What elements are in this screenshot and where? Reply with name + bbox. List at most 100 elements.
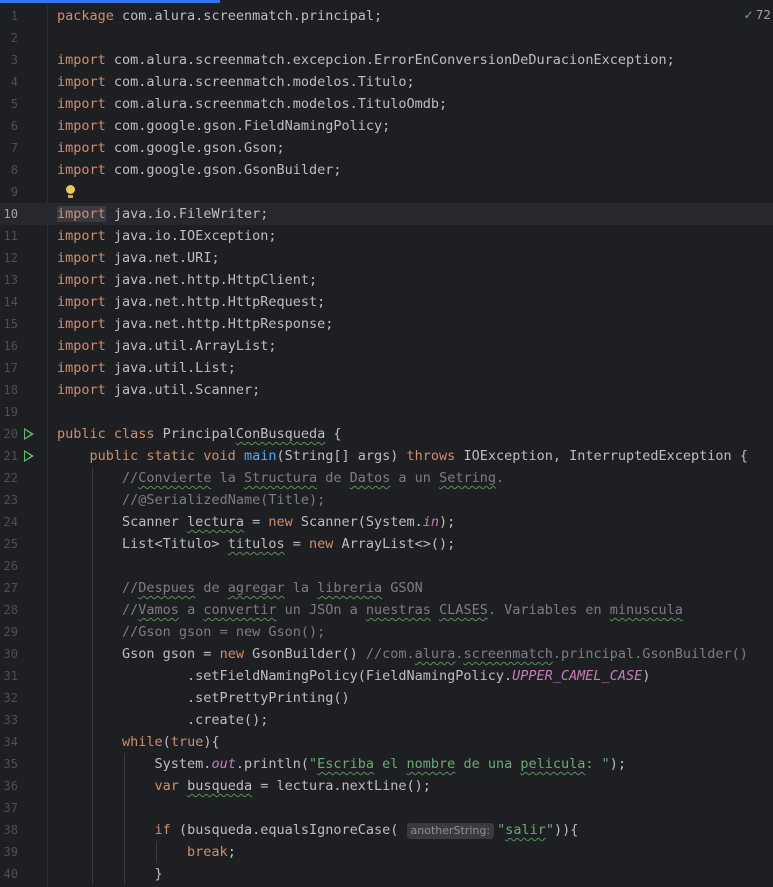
code-text: import java.util.Scanner; (57, 382, 261, 398)
code-line[interactable]: 10 import java.io.FileWriter; (0, 203, 773, 225)
line-number: 10 (3, 207, 18, 221)
code-text: //@SerializedName(Title); (122, 492, 326, 508)
line-number: 32 (3, 691, 18, 705)
code-text: import com.google.gson.GsonBuilder; (57, 162, 342, 178)
code-line[interactable]: 29 //Gson gson = new Gson(); (0, 621, 773, 643)
code-text: //Vamos a convertir un JSOn a nuestras C… (122, 602, 683, 618)
inspection-widget[interactable]: ✓ 72 (744, 8, 771, 22)
lightbulb-icon[interactable] (66, 185, 75, 198)
code-line[interactable]: 25 List<Titulo> titulos = new ArrayList<… (0, 533, 773, 555)
code-text: import java.io.IOException; (57, 228, 277, 244)
code-text: } (57, 866, 163, 882)
code-line[interactable]: 17 import java.util.List; (0, 357, 773, 379)
code-line[interactable]: 7 import com.google.gson.Gson; (0, 137, 773, 159)
code-text: List<Titulo> titulos = new ArrayList<>()… (57, 536, 456, 552)
code-line[interactable]: 38 if (busqueda.equalsIgnoreCase( anothe… (0, 819, 773, 841)
code-text: var busqueda = lectura.nextLine(); (154, 778, 431, 794)
code-line[interactable]: 14 import java.net.http.HttpRequest; (0, 291, 773, 313)
line-number: 21 (3, 449, 18, 463)
active-tab-indicator (0, 0, 220, 3)
code-line[interactable]: 34 while(true){ (0, 731, 773, 753)
code-text: import com.google.gson.Gson; (57, 140, 285, 156)
code-line[interactable]: 12 import java.net.URI; (0, 247, 773, 269)
code-text: System.out.println("Escriba el nombre de… (57, 756, 627, 772)
code-line[interactable]: 9 (0, 181, 773, 203)
code-text: while(true){ (122, 734, 220, 750)
line-number: 34 (3, 735, 18, 749)
line-number: 35 (3, 757, 18, 771)
line-number: 37 (3, 801, 18, 815)
code-line[interactable]: 40 } (0, 863, 773, 885)
code-text: if (busqueda.equalsIgnoreCase( anotherSt… (154, 822, 579, 839)
code-line[interactable]: 31 .setFieldNamingPolicy(FieldNamingPoli… (0, 665, 773, 687)
line-number: 38 (3, 823, 18, 837)
code-text: .create(); (57, 712, 269, 728)
line-number: 36 (3, 779, 18, 793)
code-line[interactable]: 23 //@SerializedName(Title); (0, 489, 773, 511)
code-text: //Gson gson = new Gson(); (122, 624, 326, 640)
code-text: //Despues de agregar la libreria GSON (122, 580, 423, 596)
code-text: .setPrettyPrinting() (57, 690, 350, 706)
line-number: 18 (3, 383, 18, 397)
code-line[interactable]: 39 break; (0, 841, 773, 863)
code-line[interactable]: 21 public static void main(String[] args… (0, 445, 773, 467)
code-text: import java.net.http.HttpClient; (57, 272, 318, 288)
run-icon[interactable] (24, 450, 34, 462)
code-text: package com.alura.screenmatch.principal; (57, 8, 383, 24)
code-line[interactable]: 27 //Despues de agregar la libreria GSON (0, 577, 773, 599)
code-line[interactable]: 8 import com.google.gson.GsonBuilder; (0, 159, 773, 181)
line-number: 22 (3, 471, 18, 485)
code-text: Scanner lectura = new Scanner(System.in)… (57, 514, 456, 530)
line-number: 15 (3, 317, 18, 331)
code-text: import com.alura.screenmatch.modelos.Tit… (57, 96, 448, 112)
code-line[interactable]: 20 public class PrincipalConBusqueda { (0, 423, 773, 445)
code-editor[interactable]: 1 package com.alura.screenmatch.principal… (0, 5, 773, 885)
line-number: 4 (10, 75, 18, 89)
line-number: 39 (3, 845, 18, 859)
line-number: 2 (10, 31, 18, 45)
code-line[interactable]: 37 (0, 797, 773, 819)
code-text: import java.net.URI; (57, 250, 220, 266)
code-line[interactable]: 1 package com.alura.screenmatch.principal… (0, 5, 773, 27)
line-number: 9 (10, 185, 18, 199)
code-line[interactable]: 35 System.out.println("Escriba el nombre… (0, 753, 773, 775)
code-line[interactable]: 2 (0, 27, 773, 49)
code-text: import com.google.gson.FieldNamingPolicy… (57, 118, 391, 134)
line-number: 7 (10, 141, 18, 155)
line-number: 28 (3, 603, 18, 617)
code-line[interactable]: 3 import com.alura.screenmatch.excepcion.… (0, 49, 773, 71)
line-number: 25 (3, 537, 18, 551)
code-line[interactable]: 16 import java.util.ArrayList; (0, 335, 773, 357)
line-number: 14 (3, 295, 18, 309)
line-number: 40 (3, 867, 18, 881)
line-number: 5 (10, 97, 18, 111)
code-line[interactable]: 36 var busqueda = lectura.nextLine(); (0, 775, 773, 797)
line-number: 33 (3, 713, 18, 727)
line-number: 30 (3, 647, 18, 661)
code-line[interactable]: 5 import com.alura.screenmatch.modelos.Ti… (0, 93, 773, 115)
code-line[interactable]: 11 import java.io.IOException; (0, 225, 773, 247)
code-line[interactable]: 15 import java.net.http.HttpResponse; (0, 313, 773, 335)
code-line[interactable]: 6 import com.google.gson.FieldNamingPolic… (0, 115, 773, 137)
code-line[interactable]: 26 (0, 555, 773, 577)
code-line[interactable]: 19 (0, 401, 773, 423)
check-icon: ✓ (743, 8, 754, 22)
code-text: import java.net.http.HttpRequest; (57, 294, 326, 310)
code-line[interactable]: 4 import com.alura.screenmatch.modelos.Ti… (0, 71, 773, 93)
code-line[interactable]: 24 Scanner lectura = new Scanner(System.… (0, 511, 773, 533)
code-line[interactable]: 13 import java.net.http.HttpClient; (0, 269, 773, 291)
code-text: import com.alura.screenmatch.modelos.Tit… (57, 74, 415, 90)
line-number: 26 (3, 559, 18, 573)
code-line[interactable]: 33 .create(); (0, 709, 773, 731)
code-line[interactable]: 18 import java.util.Scanner; (0, 379, 773, 401)
line-number: 13 (3, 273, 18, 287)
run-icon[interactable] (24, 428, 34, 440)
code-line[interactable]: 28 //Vamos a convertir un JSOn a nuestra… (0, 599, 773, 621)
code-line[interactable]: 32 .setPrettyPrinting() (0, 687, 773, 709)
line-number: 31 (3, 669, 18, 683)
line-number: 8 (10, 163, 18, 177)
code-line[interactable]: 30 Gson gson = new GsonBuilder() //com.a… (0, 643, 773, 665)
code-text: import com.alura.screenmatch.excepcion.E… (57, 52, 675, 68)
code-line[interactable]: 22 //Convierte la Structura de Datos a u… (0, 467, 773, 489)
inspection-count: 72 (755, 8, 771, 22)
